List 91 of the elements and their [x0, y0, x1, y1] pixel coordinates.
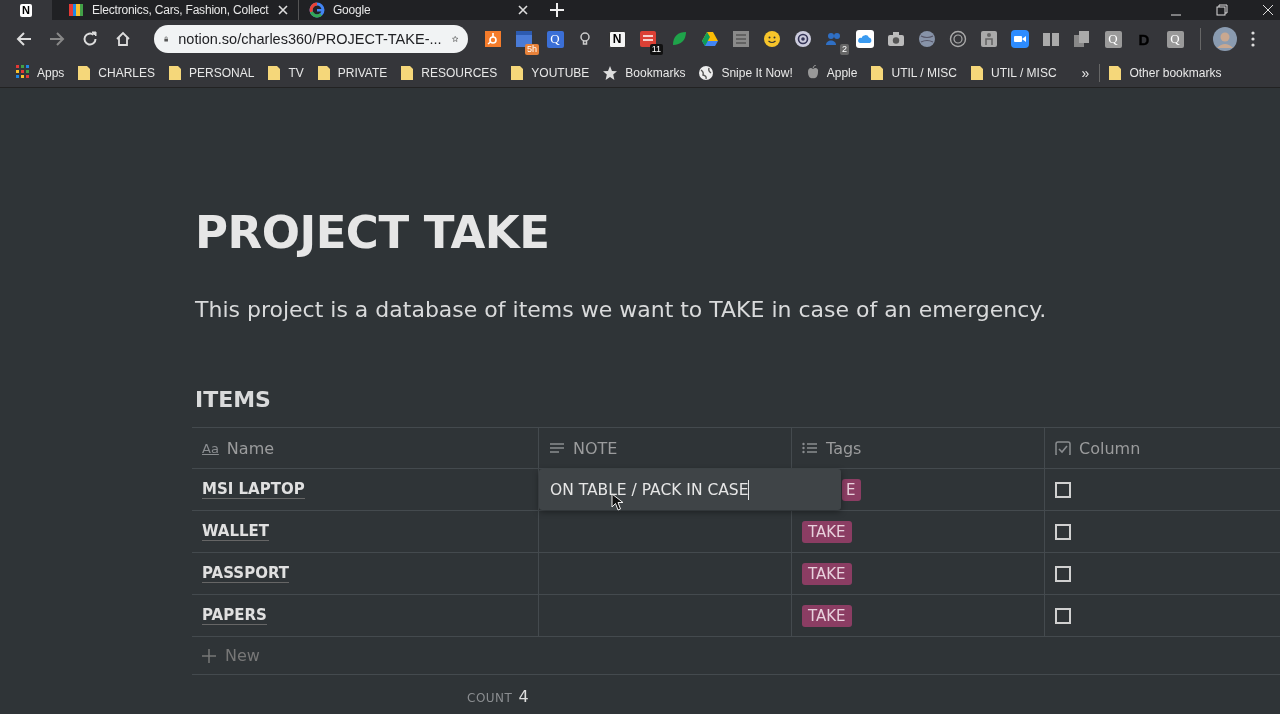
tab-title: Google	[332, 3, 372, 17]
more-bookmarks-button[interactable]: »	[1081, 64, 1090, 81]
bookmark-item[interactable]: Apps	[16, 64, 65, 81]
extension-badge: 5h	[525, 44, 539, 55]
row-title[interactable]: WALLET	[202, 522, 270, 541]
bookmark-item[interactable]: Other bookmarks	[1108, 64, 1222, 81]
folder-icon	[1108, 64, 1123, 81]
leaf-icon[interactable]	[670, 30, 688, 48]
hub-icon[interactable]	[484, 30, 502, 48]
copy-icon[interactable]	[1073, 30, 1091, 48]
checkbox[interactable]	[1055, 565, 1071, 582]
restore-icon[interactable]	[1216, 4, 1228, 16]
text-icon	[549, 441, 565, 455]
checkbox[interactable]	[1055, 481, 1071, 498]
star-icon	[602, 64, 619, 81]
folder-icon	[168, 64, 183, 81]
close-icon[interactable]	[1262, 4, 1274, 16]
camera-icon[interactable]	[887, 30, 905, 48]
apple-icon	[805, 64, 820, 81]
home-icon[interactable]	[115, 31, 131, 47]
column-header[interactable]: Tags	[792, 428, 1045, 468]
cloud-icon[interactable]	[856, 30, 874, 48]
folder-icon	[267, 64, 282, 81]
folder-icon	[400, 64, 415, 81]
browser-tab[interactable]: N	[0, 0, 52, 20]
column-header[interactable]: Aa Name	[192, 428, 539, 468]
note-editor[interactable]: ON TABLE / PACK IN CASE	[539, 469, 841, 510]
database-title: ITEMS	[195, 386, 272, 414]
count-value: 4	[518, 687, 529, 706]
bookmark-item[interactable]: TV	[267, 64, 304, 81]
folder-icon	[510, 64, 525, 81]
tag: TAKE	[802, 604, 852, 627]
count-label: COUNT	[467, 691, 513, 705]
folder-icon	[870, 64, 885, 81]
bookmark-item[interactable]: UTIL / MISC	[870, 64, 958, 81]
column-header[interactable]: NOTE	[539, 428, 792, 468]
address-bar[interactable]: notion.so/charles360/PROJECT-TAKE-...	[154, 25, 468, 53]
page-title: PROJECT TAKE	[195, 205, 551, 261]
title-type-icon: Aa	[202, 440, 219, 456]
checklist-icon[interactable]	[639, 30, 657, 48]
apps-icon	[16, 64, 30, 81]
bookmark-item[interactable]: Bookmarks	[602, 64, 686, 81]
folder-icon	[970, 64, 985, 81]
folder-icon	[77, 64, 92, 81]
mouse-cursor-icon	[611, 493, 625, 511]
row-title[interactable]: PASSPORT	[202, 564, 289, 583]
extension-icon[interactable]: N	[608, 30, 626, 48]
smiley-icon[interactable]	[763, 30, 781, 48]
forward-icon[interactable]	[49, 31, 65, 47]
bookmark-item[interactable]: YOUTUBE	[510, 64, 590, 81]
reload-icon[interactable]	[82, 31, 98, 47]
plus-icon	[202, 648, 216, 663]
new-tab-icon[interactable]	[549, 3, 564, 17]
menu-icon[interactable]	[1251, 31, 1255, 47]
bookmark-item[interactable]: CHARLES	[77, 64, 156, 81]
tab-title: Electronics, Cars, Fashion, Collect	[91, 3, 270, 17]
book-icon[interactable]	[1042, 30, 1060, 48]
close-icon[interactable]	[277, 5, 288, 15]
figure-icon[interactable]	[980, 30, 998, 48]
tag: TAKE	[802, 562, 852, 585]
checkbox[interactable]	[1055, 607, 1071, 624]
row-title[interactable]: MSI LAPTOP	[202, 480, 305, 499]
people-icon[interactable]	[825, 30, 843, 48]
extension-badge: 2	[840, 44, 849, 55]
page-description: This project is a database of items we want to TAKE in case of an emergency.	[195, 296, 1048, 324]
checkbox-icon	[1055, 441, 1071, 455]
column-header[interactable]: Column	[1045, 428, 1280, 468]
row-title[interactable]: PAPERS	[202, 606, 267, 625]
tag: E	[842, 478, 862, 501]
bookmark-item[interactable]: PRIVATE	[316, 64, 388, 81]
bookmark-item[interactable]: RESOURCES	[400, 64, 498, 81]
bookmark-item[interactable]: Apple	[805, 64, 858, 81]
triangle-icon[interactable]	[701, 30, 719, 48]
list-icon	[802, 441, 818, 455]
bookmark-item[interactable]: UTIL / MISC	[970, 64, 1057, 81]
browser-tab[interactable]: Electronics, Cars, Fashion, Collect	[57, 0, 298, 20]
close-icon[interactable]	[517, 5, 528, 15]
bookmark-item[interactable]: PERSONAL	[168, 64, 255, 81]
extension-badge: 11	[649, 44, 663, 55]
notion-icon: N	[20, 3, 32, 17]
extension-icon[interactable]: Q	[546, 30, 564, 48]
bookmark-item[interactable]: Snipe It Now!	[698, 64, 793, 81]
video-camera-icon[interactable]	[1011, 30, 1029, 48]
circle-icon[interactable]	[949, 30, 967, 48]
colorful-icon	[67, 2, 84, 18]
tag: TAKE	[802, 520, 852, 543]
folder-icon	[316, 64, 331, 81]
google-icon	[308, 2, 325, 18]
back-icon[interactable]	[16, 31, 32, 47]
checkbox[interactable]	[1055, 523, 1071, 540]
avatar-icon[interactable]	[1213, 27, 1237, 51]
